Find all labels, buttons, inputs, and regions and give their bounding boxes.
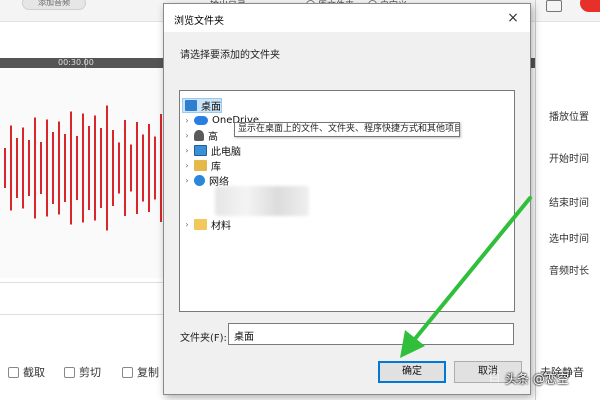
annotation-arrow-icon — [400, 196, 532, 358]
watermark-faint: 百 — [488, 370, 502, 385]
watermark: 头条 @恋空 — [505, 372, 569, 386]
